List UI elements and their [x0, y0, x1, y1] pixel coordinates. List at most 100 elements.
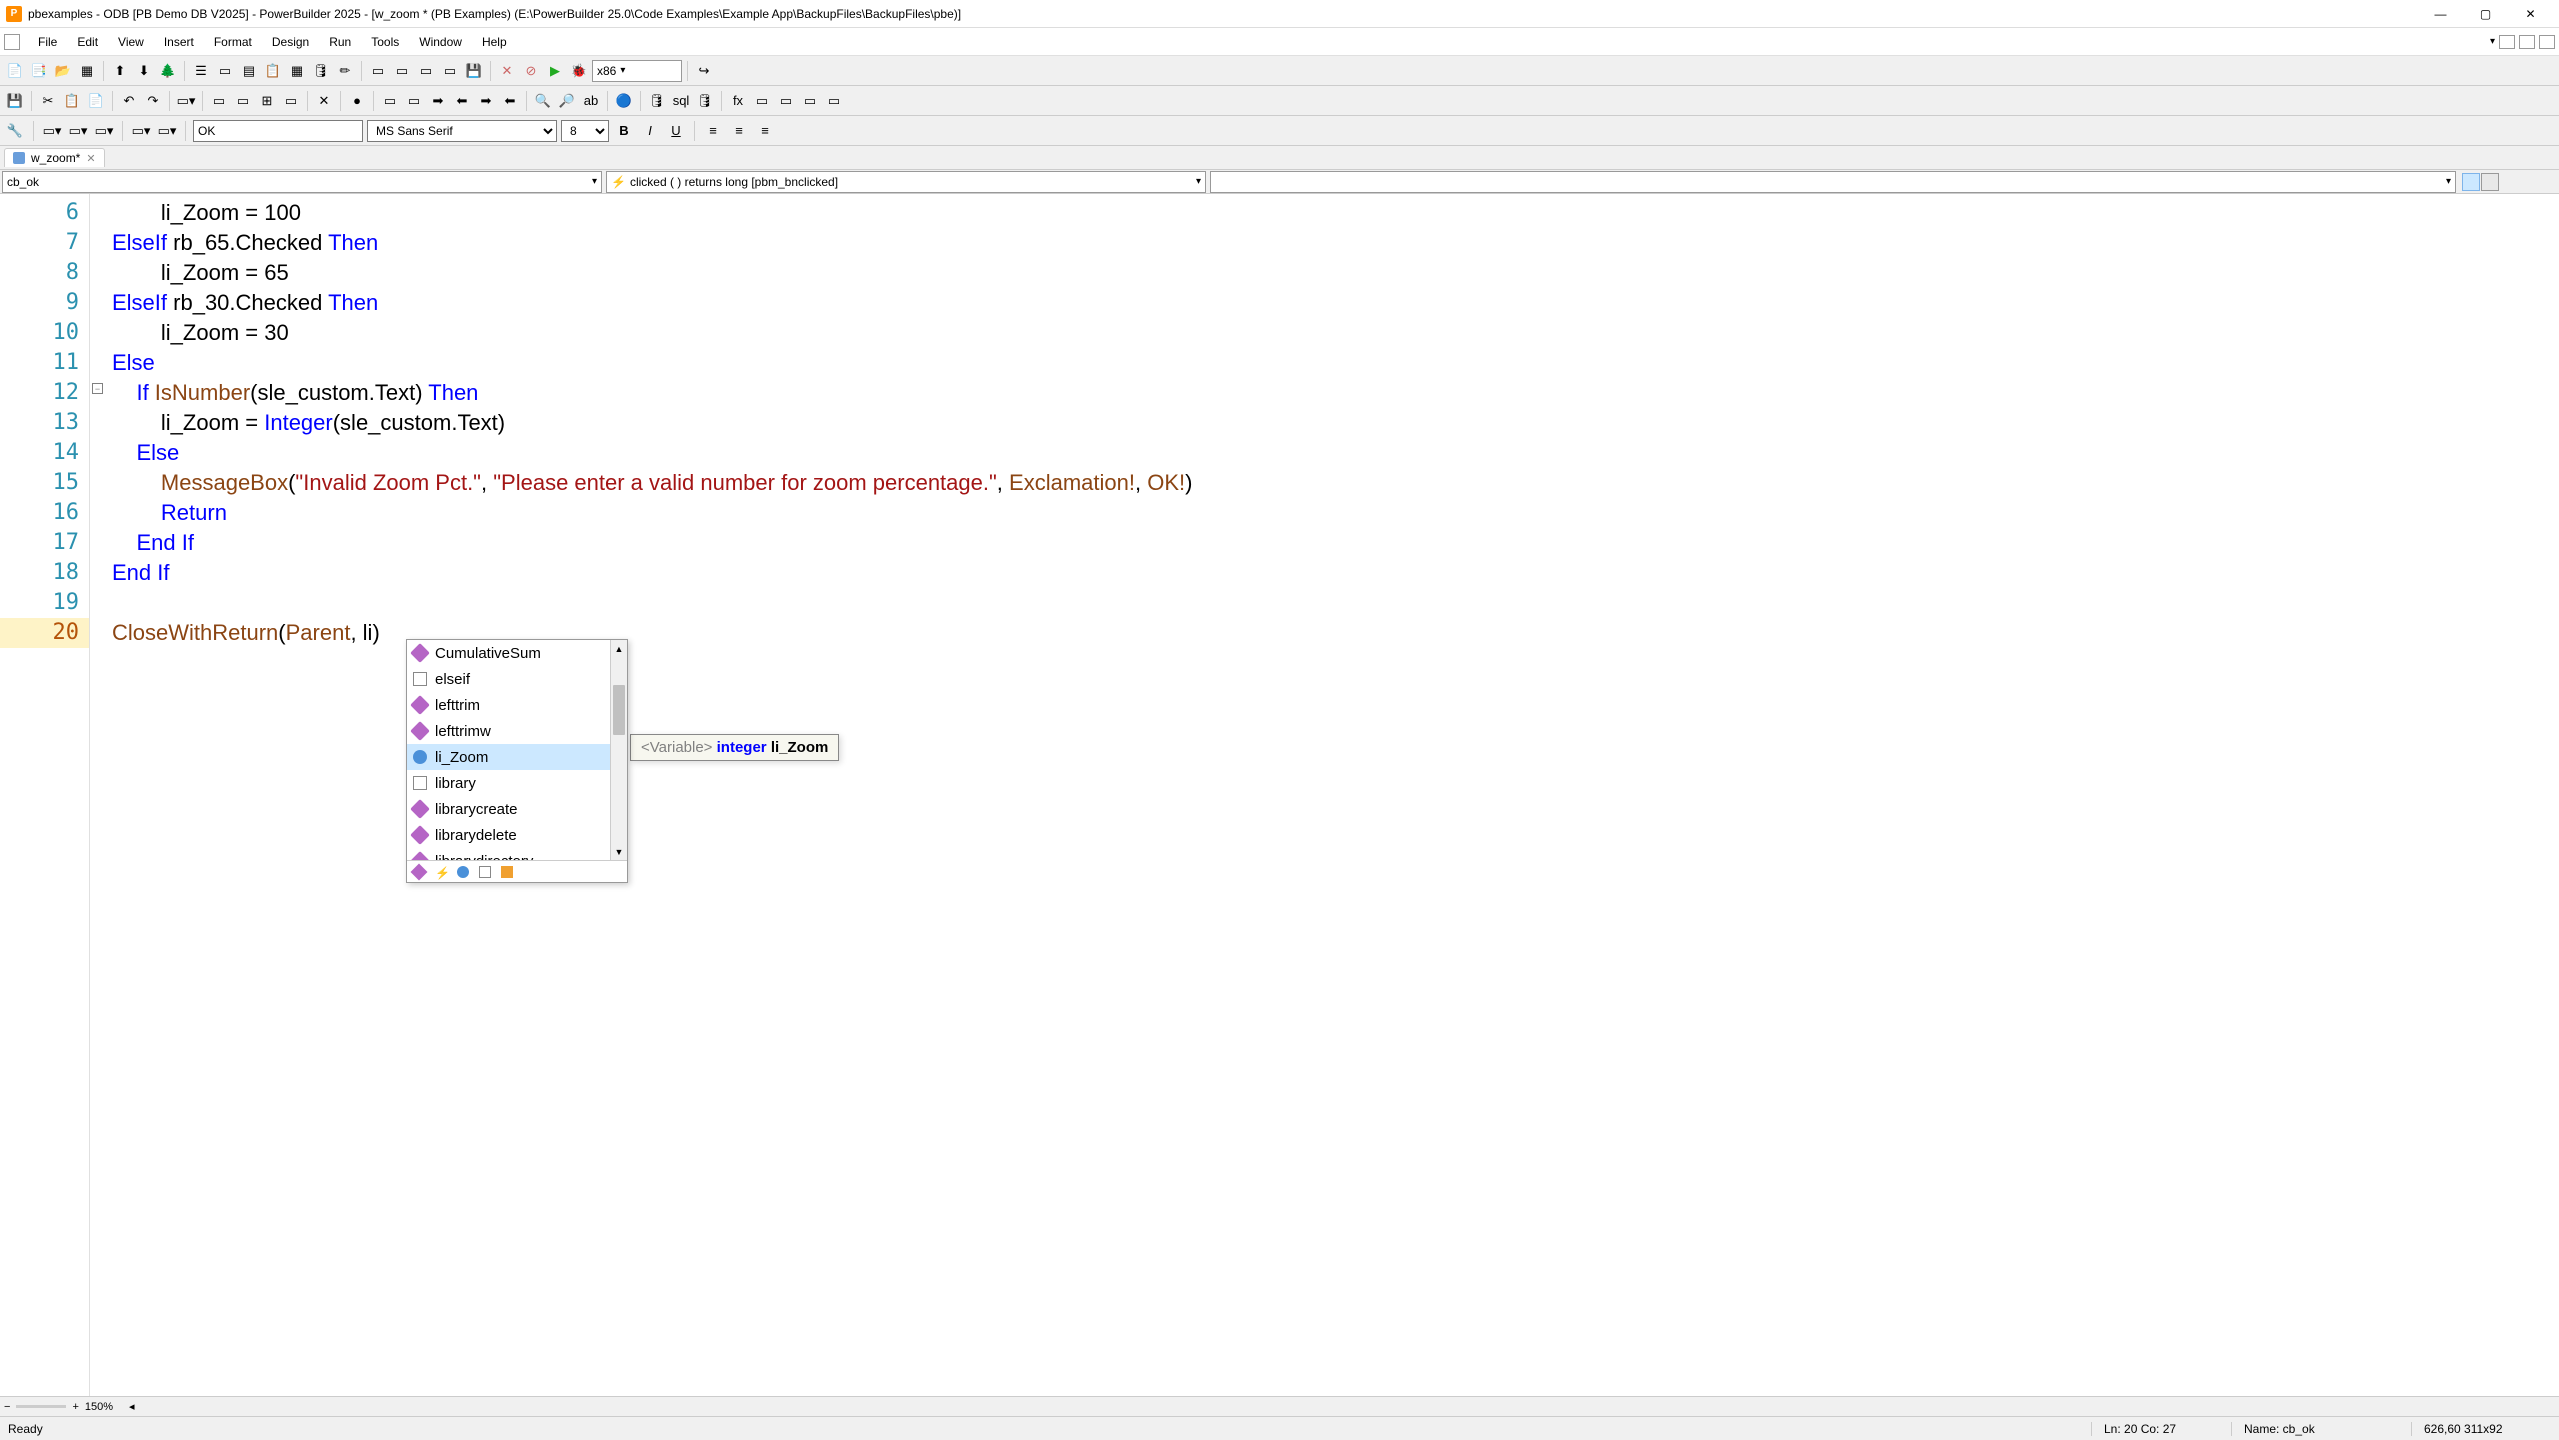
autocomplete-item[interactable]: librarydirectory [407, 848, 627, 860]
save-all-icon[interactable]: 💾 [463, 60, 485, 82]
object-icon[interactable]: ▭ [799, 90, 821, 112]
italic-icon[interactable]: I [639, 120, 661, 142]
code-editor[interactable]: 67891011121314151617181920 − li_Zoom = 1… [0, 194, 2559, 1414]
align-icon[interactable]: ▭ [232, 90, 254, 112]
scroll-left-icon[interactable]: ◂ [129, 1400, 135, 1413]
incremental-icon[interactable]: ▭ [367, 60, 389, 82]
stop-icon[interactable]: ⊘ [520, 60, 542, 82]
bookmark-icon[interactable]: ▭ [280, 90, 302, 112]
mdi-restore-button[interactable] [2519, 35, 2535, 49]
inherit-icon[interactable]: 📑 [28, 60, 50, 82]
menu-file[interactable]: File [28, 31, 67, 53]
align-left-icon[interactable]: ▭▾ [41, 120, 63, 142]
tree-icon[interactable]: 🌲 [157, 60, 179, 82]
global-icon[interactable]: ▭ [751, 90, 773, 112]
deploy-icon[interactable]: ▭ [415, 60, 437, 82]
save-icon[interactable]: 💾 [4, 90, 26, 112]
replace-icon[interactable]: 🔎 [556, 90, 578, 112]
autocomplete-item[interactable]: library [407, 770, 627, 796]
clip-icon[interactable]: 📋 [262, 60, 284, 82]
debug-icon[interactable]: 🐞 [568, 60, 590, 82]
maximize-button[interactable]: ▢ [2463, 0, 2508, 28]
output-icon[interactable]: ▦ [286, 60, 308, 82]
view-script-button[interactable] [2462, 173, 2480, 191]
menu-insert[interactable]: Insert [154, 31, 204, 53]
autocomplete-item[interactable]: CumulativeSum [407, 640, 627, 666]
scroll-up-icon[interactable]: ▲ [611, 640, 627, 657]
space-icon[interactable]: ▭▾ [67, 120, 89, 142]
tree-down-icon[interactable]: ⬇ [133, 60, 155, 82]
autocomplete-scrollbar[interactable]: ▲ ▼ [610, 640, 627, 860]
align-l-icon[interactable]: ≡ [702, 120, 724, 142]
autocomplete-item[interactable]: li_Zoom [407, 744, 627, 770]
send-back-icon[interactable]: ▭▾ [156, 120, 178, 142]
extra-dropdown[interactable] [1210, 171, 2456, 193]
mdi-child-icon[interactable] [4, 34, 20, 50]
align-r-icon[interactable]: ≡ [754, 120, 776, 142]
scroll-down-icon[interactable]: ▼ [611, 843, 627, 860]
autocomplete-item[interactable]: librarydelete [407, 822, 627, 848]
menu-run[interactable]: Run [319, 31, 361, 53]
size-icon[interactable]: ▭▾ [93, 120, 115, 142]
fold-toggle-icon[interactable]: − [92, 383, 103, 394]
autocomplete-item[interactable]: lefttrimw [407, 718, 627, 744]
zoom-in-icon[interactable]: + [72, 1401, 78, 1413]
indent-icon[interactable]: ➡ [427, 90, 449, 112]
exe-icon[interactable]: ▭ [439, 60, 461, 82]
menu-tools[interactable]: Tools [361, 31, 409, 53]
menu-edit[interactable]: Edit [67, 31, 108, 53]
db-icon[interactable]: 🛢 [310, 60, 332, 82]
code-text-area[interactable]: li_Zoom = 100ElseIf rb_65.Checked Then l… [106, 194, 2559, 1414]
mdi-minimize-button[interactable] [2499, 35, 2515, 49]
bold-icon[interactable]: B [613, 120, 635, 142]
edit-icon[interactable]: ✏ [334, 60, 356, 82]
find-icon[interactable]: 🔍 [532, 90, 554, 112]
open-icon[interactable]: 📂 [52, 60, 74, 82]
view-layout-button[interactable] [2481, 173, 2499, 191]
font-name-dropdown[interactable]: MS Sans Serif [367, 120, 557, 142]
menu-design[interactable]: Design [262, 31, 319, 53]
redo-icon[interactable]: ↷ [142, 90, 164, 112]
event-dropdown[interactable]: ⚡clicked ( ) returns long [pbm_bnclicked… [606, 171, 1206, 193]
bring-front-icon[interactable]: ▭▾ [130, 120, 152, 142]
full-icon[interactable]: ▭ [391, 60, 413, 82]
paste-spec-icon[interactable]: ▭ [775, 90, 797, 112]
tree-up-icon[interactable]: ⬆ [109, 60, 131, 82]
exit-icon[interactable]: ↪ [693, 60, 715, 82]
paste-fn-icon[interactable]: ▭ [823, 90, 845, 112]
tab-close-icon[interactable]: ✕ [86, 152, 95, 165]
font-size-dropdown[interactable]: 8 [561, 120, 609, 142]
zoom-track[interactable] [16, 1405, 66, 1408]
control-icon[interactable]: ▭▾ [175, 90, 197, 112]
skip-icon[interactable]: ✕ [496, 60, 518, 82]
menu-view[interactable]: View [108, 31, 154, 53]
outdent2-icon[interactable]: ⬅ [499, 90, 521, 112]
undo-icon[interactable]: ↶ [118, 90, 140, 112]
bp-icon[interactable]: ● [346, 90, 368, 112]
menu-format[interactable]: Format [204, 31, 262, 53]
grid-icon[interactable]: ⊞ [256, 90, 278, 112]
delete-icon[interactable]: ✕ [313, 90, 335, 112]
cut-icon[interactable]: ✂ [37, 90, 59, 112]
comment-icon[interactable]: ▭ [379, 90, 401, 112]
findnext-icon[interactable]: ab [580, 90, 602, 112]
preview-icon[interactable]: ▦ [76, 60, 98, 82]
close-button[interactable]: ✕ [2508, 0, 2553, 28]
list-icon[interactable]: ☰ [190, 60, 212, 82]
outdent-icon[interactable]: ⬅ [451, 90, 473, 112]
dw-icon[interactable]: ▤ [238, 60, 260, 82]
paste-icon[interactable]: 📄 [85, 90, 107, 112]
run-icon[interactable]: ▶ [544, 60, 566, 82]
scroll-thumb[interactable] [613, 685, 625, 735]
library-icon[interactable]: ▭ [214, 60, 236, 82]
uncomment-icon[interactable]: ▭ [403, 90, 425, 112]
underline-icon[interactable]: U [665, 120, 687, 142]
align-c-icon[interactable]: ≡ [728, 120, 750, 142]
db2-icon[interactable]: 🛢 [694, 90, 716, 112]
selected-obj-icon[interactable]: 🔧 [4, 120, 26, 142]
platform-dropdown[interactable]: x86 [592, 60, 682, 82]
tab-wzoom[interactable]: w_zoom* ✕ [4, 148, 105, 167]
autocomplete-item[interactable]: elseif [407, 666, 627, 692]
autocomplete-item[interactable]: lefttrim [407, 692, 627, 718]
minimize-button[interactable]: — [2418, 0, 2463, 28]
